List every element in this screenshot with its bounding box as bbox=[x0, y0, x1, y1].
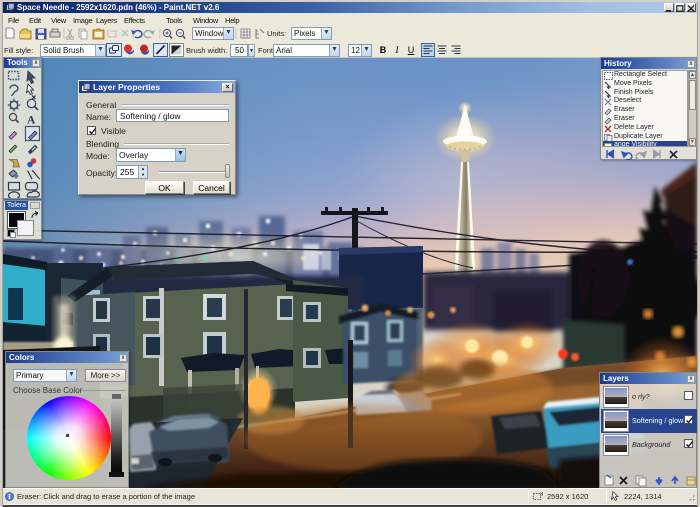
svg-text:A: A bbox=[27, 115, 36, 127]
